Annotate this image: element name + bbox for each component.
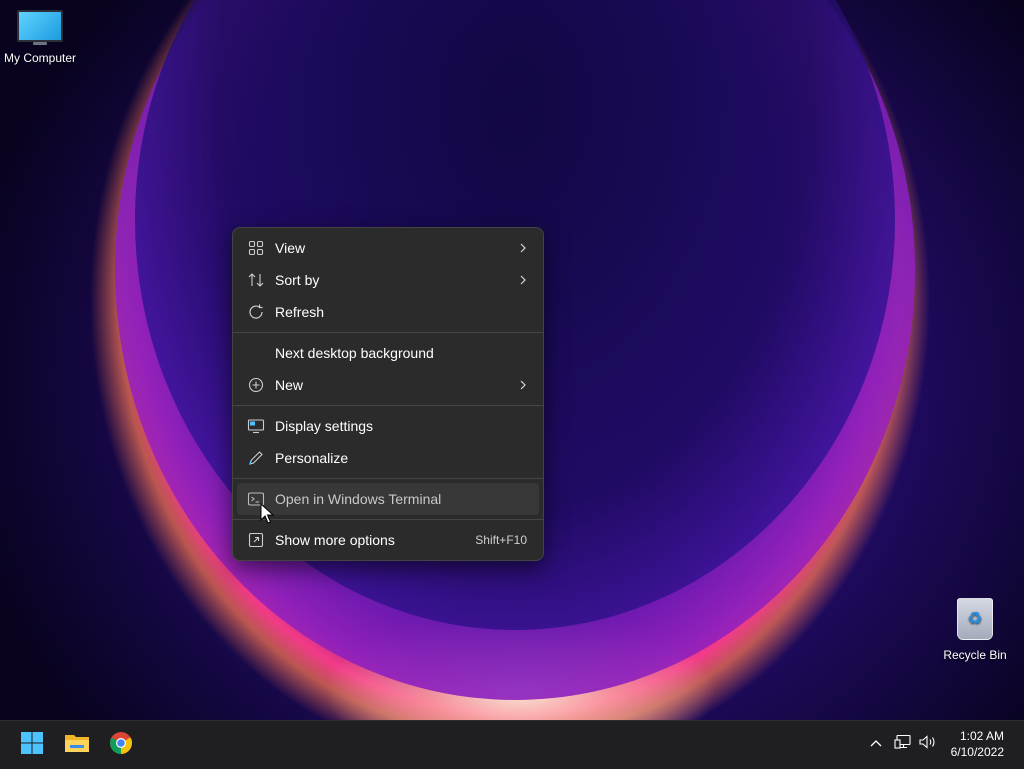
menu-item-label: View — [275, 240, 306, 256]
taskbar-clock[interactable]: 1:02 AM 6/10/2022 — [951, 728, 1004, 760]
my-computer-label: My Computer — [3, 51, 77, 65]
show-more-icon — [247, 531, 265, 549]
menu-separator — [233, 405, 543, 406]
menu-item-sort-by[interactable]: Sort by — [237, 264, 539, 296]
network-button[interactable] — [892, 733, 914, 755]
monitor-icon — [17, 10, 63, 45]
menu-item-refresh[interactable]: Refresh — [237, 296, 539, 328]
pen-icon — [247, 449, 265, 467]
network-icon — [894, 734, 912, 755]
grid-view-icon — [247, 239, 265, 257]
recycle-bin-shortcut[interactable]: ♻ Recycle Bin — [935, 598, 1015, 662]
windows-start-icon — [20, 731, 44, 760]
mouse-pointer-icon — [260, 502, 275, 530]
menu-item-shortcut: Shift+F10 — [475, 533, 527, 547]
menu-item-label: Open in Windows Terminal — [275, 491, 442, 507]
menu-item-next-desktop-background[interactable]: Next desktop background — [237, 337, 539, 369]
menu-separator — [233, 332, 543, 333]
refresh-icon — [247, 303, 265, 321]
menu-item-view[interactable]: View — [237, 232, 539, 264]
menu-item-label: Sort by — [275, 272, 320, 288]
start-button[interactable] — [14, 727, 50, 763]
chevron-up-icon — [869, 735, 883, 753]
clock-date: 6/10/2022 — [950, 745, 1004, 759]
menu-item-personalize[interactable]: Personalize — [237, 442, 539, 474]
menu-item-label: New — [275, 377, 304, 393]
file-explorer-icon — [64, 732, 90, 759]
menu-item-label: Personalize — [275, 450, 349, 466]
menu-item-open-in-windows-terminal[interactable]: Open in Windows Terminal — [237, 483, 539, 515]
sort-icon — [247, 271, 265, 289]
menu-item-new[interactable]: New — [237, 369, 539, 401]
chevron-right-icon — [519, 240, 527, 256]
menu-item-label: Display settings — [275, 418, 374, 434]
menu-separator — [233, 519, 543, 520]
chevron-right-icon — [519, 272, 527, 288]
volume-button[interactable] — [917, 733, 939, 755]
file-explorer-button[interactable] — [59, 727, 95, 763]
menu-item-label: Next desktop background — [275, 345, 434, 361]
menu-item-display-settings[interactable]: Display settings — [237, 410, 539, 442]
desktop-context-menu: View Sort by Refresh Next desktop backgr… — [232, 227, 544, 561]
taskbar: 1:02 AM 6/10/2022 — [0, 720, 1024, 769]
recycle-bin-label: Recycle Bin — [943, 648, 1007, 662]
clock-time: 1:02 AM — [959, 729, 1004, 743]
chevron-right-icon — [519, 377, 527, 393]
display-icon — [247, 417, 265, 435]
plus-circle-icon — [247, 376, 265, 394]
menu-item-show-more-options[interactable]: Show more options Shift+F10 — [237, 524, 539, 556]
volume-icon — [918, 734, 938, 755]
menu-separator — [233, 478, 543, 479]
recycle-bin-icon: ♻ — [957, 598, 993, 640]
show-hidden-icons-button[interactable] — [865, 733, 887, 755]
chrome-icon — [109, 731, 133, 760]
my-computer-shortcut[interactable]: My Computer — [0, 10, 80, 65]
menu-item-label: Show more options — [275, 532, 395, 548]
menu-item-label: Refresh — [275, 304, 325, 320]
chrome-button[interactable] — [103, 727, 139, 763]
